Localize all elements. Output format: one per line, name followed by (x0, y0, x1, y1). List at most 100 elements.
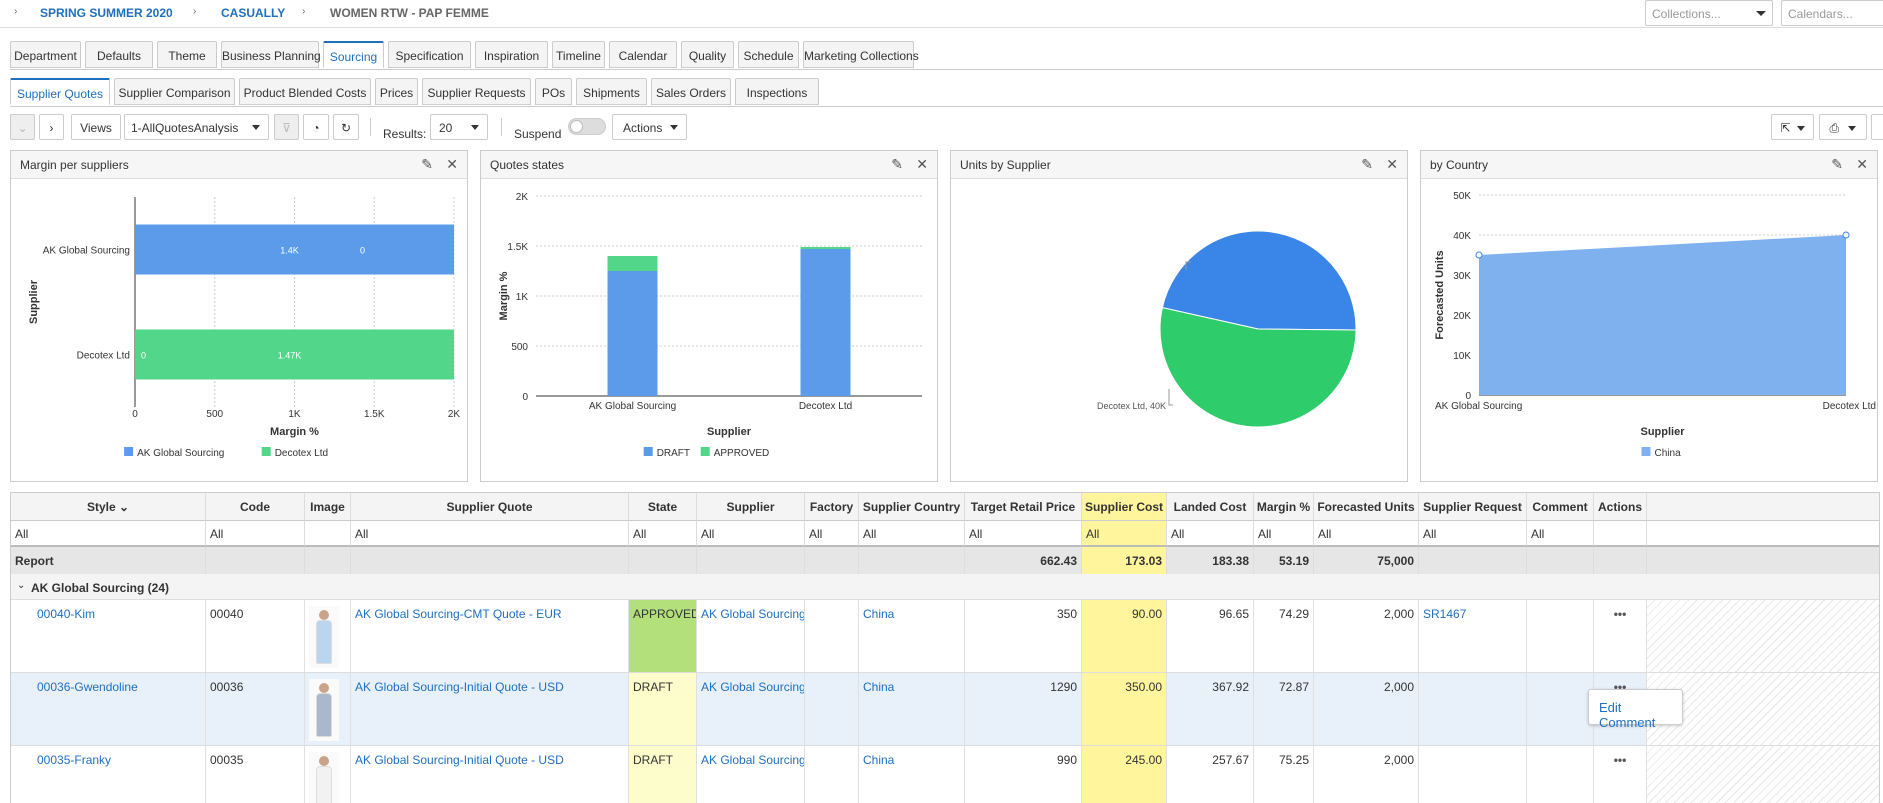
cell-supplier[interactable]: AK Global Sourcing (697, 600, 805, 673)
breadcrumb-collection[interactable]: CASUALLY (221, 6, 285, 20)
subtab-supplier-requests[interactable]: Supplier Requests (422, 78, 531, 105)
column-header-code[interactable]: Code (206, 493, 305, 521)
tab-theme[interactable]: Theme (157, 41, 217, 68)
filter-clear-icon[interactable]: ⊽ (274, 114, 299, 140)
subtab-shipments[interactable]: Shipments (576, 78, 647, 105)
tab-schedule[interactable]: Schedule (738, 41, 799, 68)
close-icon[interactable]: ✕ (916, 156, 928, 173)
tab-sourcing[interactable]: Sourcing (323, 41, 384, 68)
subtab-sales-orders[interactable]: Sales Orders (651, 78, 731, 105)
calendars-select[interactable]: Calendars... (1781, 0, 1883, 26)
column-filter[interactable]: All (859, 521, 965, 547)
cell-style[interactable]: 00035-Franky (11, 746, 206, 803)
column-header-supplier[interactable]: Supplier (697, 493, 805, 521)
column-header-state[interactable]: State (629, 493, 697, 521)
column-filter[interactable]: All (206, 521, 305, 547)
cell-quote[interactable]: AK Global Sourcing-Initial Quote - USD (351, 673, 629, 746)
refresh-icon[interactable]: ↻ (333, 114, 359, 140)
edit-comment-tooltip[interactable]: Edit Comment (1588, 689, 1683, 730)
cell-style[interactable]: 00036-Gwendoline (11, 673, 206, 746)
column-filter[interactable]: All (1314, 521, 1419, 547)
chevron-down-icon[interactable]: ⌄ (17, 580, 25, 591)
tab-business-planning[interactable]: Business Planning (221, 41, 321, 68)
column-filter[interactable]: All (965, 521, 1082, 547)
tab-calendar[interactable]: Calendar (609, 41, 677, 68)
column-header-margin-[interactable]: Margin % (1254, 493, 1314, 521)
cell-quote[interactable]: AK Global Sourcing-CMT Quote - EUR (351, 600, 629, 673)
view-select[interactable]: 1-AllQuotesAnalysis (124, 114, 269, 140)
tab-timeline[interactable]: Timeline (552, 41, 605, 68)
breadcrumb-department[interactable]: WOMEN RTW - PAP FEMME (330, 6, 489, 20)
pencil-icon[interactable]: ✎ (1361, 156, 1373, 173)
column-header-landed-cost[interactable]: Landed Cost (1167, 493, 1254, 521)
column-header-comment[interactable]: Comment (1527, 493, 1594, 521)
cell-actions[interactable]: ••• (1594, 746, 1647, 803)
cell-country[interactable]: China (859, 600, 965, 673)
cell-supplier[interactable]: AK Global Sourcing (697, 746, 805, 803)
subtab-inspections[interactable]: Inspections (735, 78, 819, 105)
tab-defaults[interactable]: Defaults (85, 41, 153, 68)
product-thumbnail[interactable] (309, 752, 339, 803)
pencil-icon[interactable]: ✎ (891, 156, 903, 173)
close-icon[interactable]: ✕ (1856, 156, 1868, 173)
fullscreen-icon[interactable] (1871, 114, 1883, 140)
column-filter[interactable]: All (11, 521, 206, 547)
column-header-supplier-quote[interactable]: Supplier Quote (351, 493, 629, 521)
tab-marketing-collections[interactable]: Marketing Collections (803, 41, 919, 68)
group-row[interactable] (11, 574, 1879, 600)
subtab-supplier-quotes[interactable]: Supplier Quotes (10, 78, 110, 105)
cell-actions[interactable]: ••• (1594, 600, 1647, 673)
tab-specification[interactable]: Specification (388, 41, 471, 68)
column-header-factory[interactable]: Factory (805, 493, 859, 521)
collections-select[interactable]: Collections... (1645, 0, 1773, 26)
column-filter[interactable]: All (1527, 521, 1594, 547)
column-header-style[interactable]: Style ⌄ (11, 493, 206, 521)
column-filter[interactable]: All (629, 521, 697, 547)
tab-inspiration[interactable]: Inspiration (475, 41, 548, 68)
column-filter[interactable]: All (697, 521, 805, 547)
cell-request[interactable] (1419, 746, 1527, 803)
tab-quality[interactable]: Quality (681, 41, 734, 68)
cell-quote[interactable]: AK Global Sourcing-Initial Quote - USD (351, 746, 629, 803)
actions-button[interactable]: Actions (612, 114, 687, 140)
suspend-toggle[interactable] (568, 118, 606, 135)
close-icon[interactable]: ✕ (446, 156, 458, 173)
subtab-supplier-comparison[interactable]: Supplier Comparison (114, 78, 235, 105)
subtab-product-blended-costs[interactable]: Product Blended Costs (239, 78, 371, 105)
column-header-image[interactable]: Image (305, 493, 351, 521)
export-icon[interactable]: ⇱ (1771, 114, 1814, 140)
chart-toggle-icon[interactable]: ◔ (303, 114, 329, 140)
column-header-supplier-request[interactable]: Supplier Request (1419, 493, 1527, 521)
pencil-icon[interactable]: ✎ (421, 156, 433, 173)
cell-request[interactable]: SR1467 (1419, 600, 1527, 673)
close-icon[interactable]: ✕ (1386, 156, 1398, 173)
pencil-icon[interactable]: ✎ (1831, 156, 1843, 173)
column-header-forecasted-units[interactable]: Forecasted Units (1314, 493, 1419, 521)
product-thumbnail[interactable] (309, 679, 339, 741)
results-select[interactable]: 20 (430, 114, 488, 140)
column-filter[interactable]: All (1254, 521, 1314, 547)
column-filter[interactable]: All (1082, 521, 1167, 547)
cell-country[interactable]: China (859, 673, 965, 746)
print-icon[interactable]: ⎙ (1819, 114, 1867, 140)
column-filter[interactable]: All (1167, 521, 1254, 547)
cell-country[interactable]: China (859, 746, 965, 803)
subtab-prices[interactable]: Prices (375, 78, 418, 105)
cell-supplier[interactable]: AK Global Sourcing (697, 673, 805, 746)
column-header-supplier-country[interactable]: Supplier Country (859, 493, 965, 521)
tab-department[interactable]: Department (10, 41, 81, 68)
column-header-supplier-cost[interactable]: Supplier Cost (1082, 493, 1167, 521)
breadcrumb-season[interactable]: SPRING SUMMER 2020 (40, 6, 173, 20)
column-header-actions[interactable]: Actions (1594, 493, 1647, 521)
sort-icon[interactable]: ⌄ (116, 500, 129, 514)
column-filter[interactable]: All (805, 521, 859, 547)
column-filter[interactable]: All (351, 521, 629, 547)
expand-button[interactable]: › (39, 114, 64, 140)
column-filter[interactable]: All (1419, 521, 1527, 547)
subtab-pos[interactable]: POs (535, 78, 572, 105)
collapse-button[interactable]: ⌄ (10, 114, 35, 140)
cell-request[interactable] (1419, 673, 1527, 746)
cell-style[interactable]: 00040-Kim (11, 600, 206, 673)
views-button[interactable]: Views (71, 114, 121, 140)
product-thumbnail[interactable] (309, 606, 339, 668)
